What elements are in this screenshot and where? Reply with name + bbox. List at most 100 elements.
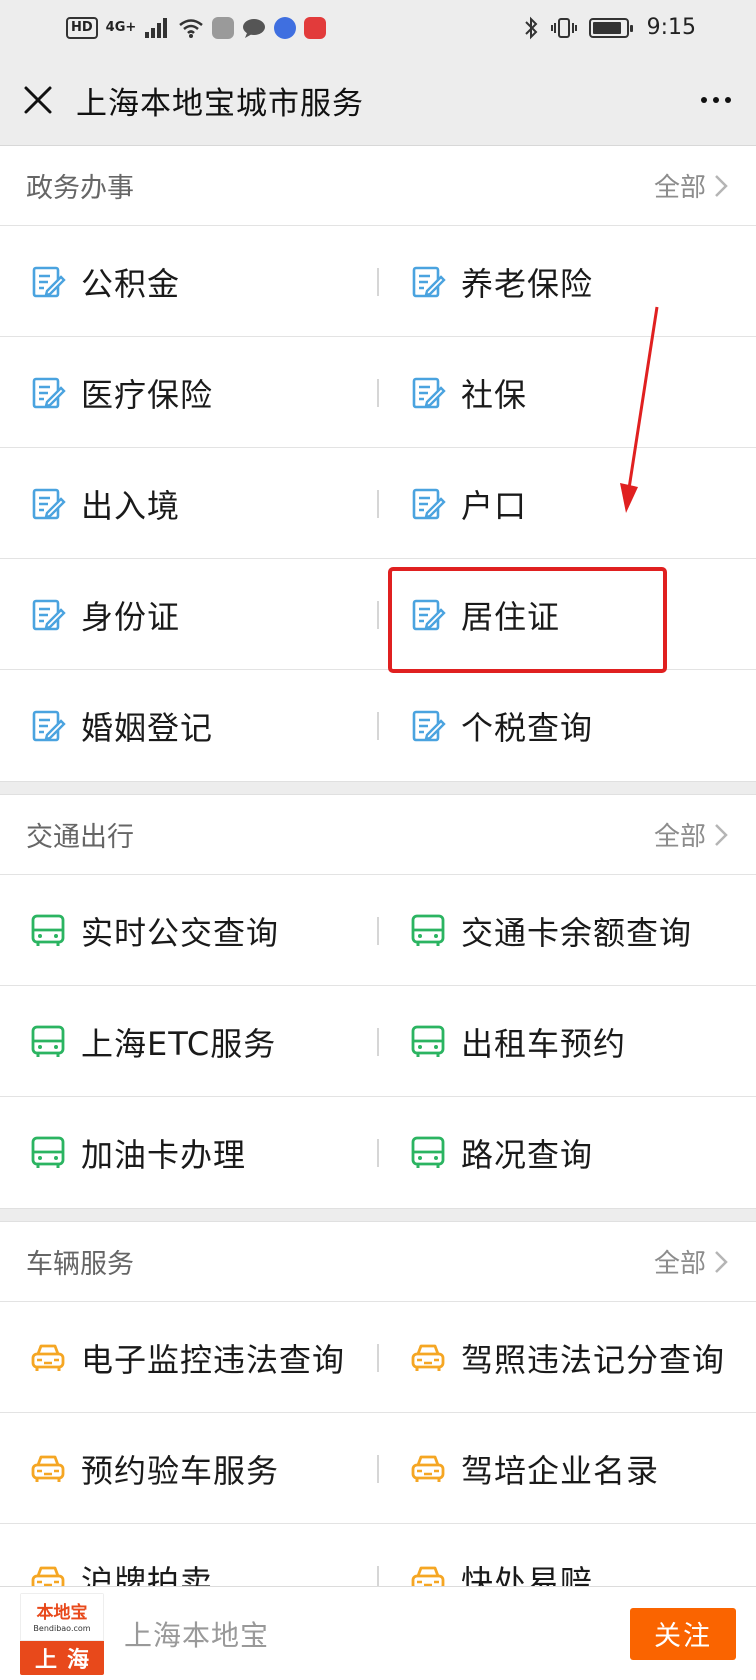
car-icon <box>411 1566 445 1586</box>
chevron-right-icon <box>715 174 728 197</box>
service-row: 医疗保险 社保 <box>0 337 756 448</box>
service-item[interactable]: 驾照违法记分查询 <box>378 1302 756 1413</box>
service-item[interactable]: 婚姻登记 <box>0 670 378 781</box>
section-separator <box>0 1208 756 1222</box>
logo-domain: Bendibao.com <box>33 1624 90 1633</box>
service-item[interactable]: 出租车预约 <box>378 986 756 1097</box>
car-icon <box>411 1455 445 1482</box>
service-item[interactable]: 医疗保险 <box>0 337 378 448</box>
service-label: 电子监控违法查询 <box>81 1340 346 1379</box>
section-header: 政务办事 全部 <box>0 146 756 226</box>
chevron-right-icon <box>715 1250 728 1273</box>
service-label: 驾照违法记分查询 <box>461 1340 726 1379</box>
service-label: 交通卡余额查询 <box>461 913 693 952</box>
service-label: 预约验车服务 <box>81 1451 280 1490</box>
service-row: 身份证 居住证 <box>0 559 756 670</box>
section-transport: 交通出行 全部 实时公交查询 交通卡余额查询 上海ETC服务 出租车预约 加油卡… <box>0 795 756 1208</box>
section-title: 车辆服务 <box>26 1249 134 1280</box>
service-row: 实时公交查询 交通卡余额查询 <box>0 875 756 986</box>
logo-text: 本地宝 <box>37 1602 88 1623</box>
hd-badge: HD <box>66 16 98 39</box>
clock: 9:15 <box>646 15 696 40</box>
service-item[interactable]: 公积金 <box>0 226 378 337</box>
service-row: 沪牌拍卖 快处易赔 <box>0 1524 756 1586</box>
view-all-link[interactable]: 全部 <box>654 167 728 204</box>
document-edit-icon <box>412 488 446 519</box>
service-item[interactable]: 养老保险 <box>378 226 756 337</box>
document-edit-icon <box>32 266 66 297</box>
service-item[interactable]: 沪牌拍卖 <box>0 1524 378 1586</box>
service-item[interactable]: 交通卡余额查询 <box>378 875 756 986</box>
account-logo[interactable]: 本地宝 Bendibao.com 上海 <box>20 1592 104 1675</box>
service-row: 预约验车服务 驾培企业名录 <box>0 1413 756 1524</box>
document-edit-icon <box>412 377 446 408</box>
service-item[interactable]: 户口 <box>378 448 756 559</box>
service-row: 上海ETC服务 出租车预约 <box>0 986 756 1097</box>
network-label: 4G+ <box>105 20 137 35</box>
close-button[interactable] <box>0 55 76 146</box>
service-item[interactable]: 驾培企业名录 <box>378 1413 756 1524</box>
section-title: 交通出行 <box>26 822 134 853</box>
service-label: 养老保险 <box>461 264 594 303</box>
view-all-label: 全部 <box>653 822 706 852</box>
follow-button[interactable]: 关注 <box>630 1607 736 1660</box>
service-row: 出入境 户口 <box>0 448 756 559</box>
service-label: 实时公交查询 <box>81 913 280 952</box>
service-item[interactable]: 上海ETC服务 <box>0 986 378 1097</box>
more-menu-button[interactable] <box>676 55 756 146</box>
service-label: 社保 <box>461 375 528 414</box>
bus-icon <box>31 914 65 946</box>
more-dot <box>713 97 719 103</box>
section-government: 政务办事 全部 公积金 养老保险 医疗保险 社保 出入境 户口 身份证 居住证 … <box>0 146 756 781</box>
bus-icon <box>411 1025 445 1057</box>
service-label: 公积金 <box>81 264 181 303</box>
view-all-link[interactable]: 全部 <box>654 816 728 853</box>
more-dot <box>725 97 731 103</box>
chevron-right-icon <box>715 823 728 846</box>
service-item[interactable]: 实时公交查询 <box>0 875 378 986</box>
bendibao-logo-icon: 本地宝 Bendibao.com <box>33 1602 90 1633</box>
bluetooth-icon <box>524 16 538 39</box>
service-label: 身份证 <box>81 597 181 636</box>
music-app-icon <box>274 16 297 39</box>
service-label: 快处易赔 <box>461 1562 594 1587</box>
service-item[interactable]: 路况查询 <box>378 1097 756 1208</box>
document-edit-icon <box>412 266 446 297</box>
wifi-icon <box>179 18 204 38</box>
vibrate-icon <box>550 17 577 38</box>
document-edit-icon <box>412 710 446 741</box>
service-label: 医疗保险 <box>81 375 214 414</box>
service-item[interactable]: 社保 <box>378 337 756 448</box>
view-all-link[interactable]: 全部 <box>654 1243 728 1280</box>
section-vehicle: 车辆服务 全部 电子监控违法查询 驾照违法记分查询 预约验车服务 驾培企业名录 … <box>0 1222 756 1586</box>
bus-icon <box>411 1136 445 1168</box>
service-item[interactable]: 预约验车服务 <box>0 1413 378 1524</box>
signal-icon <box>145 17 168 38</box>
document-edit-icon <box>32 599 66 630</box>
service-row: 公积金 养老保险 <box>0 226 756 337</box>
section-header: 车辆服务 全部 <box>0 1222 756 1302</box>
chat-bubble-icon <box>243 18 266 38</box>
page-title: 上海本地宝城市服务 <box>76 85 364 122</box>
service-item[interactable]: 出入境 <box>0 448 378 559</box>
status-left: HD 4G+ <box>66 16 327 39</box>
app-notification-icon <box>212 16 235 39</box>
service-item[interactable]: 身份证 <box>0 559 378 670</box>
service-item[interactable]: 电子监控违法查询 <box>0 1302 378 1413</box>
service-label: 居住证 <box>461 597 561 636</box>
service-label: 婚姻登记 <box>81 708 214 747</box>
service-row: 婚姻登记 个税查询 <box>0 670 756 781</box>
service-item-highlighted[interactable]: 居住证 <box>378 559 756 670</box>
service-item[interactable]: 加油卡办理 <box>0 1097 378 1208</box>
service-item[interactable]: 快处易赔 <box>378 1524 756 1586</box>
service-item[interactable]: 个税查询 <box>378 670 756 781</box>
logo-city: 上海 <box>20 1640 104 1675</box>
document-edit-icon <box>412 599 446 630</box>
status-right: 9:15 <box>523 15 696 40</box>
account-bar: 本地宝 Bendibao.com 上海 上海本地宝 关注 <box>0 1586 756 1680</box>
bus-icon <box>31 1136 65 1168</box>
service-label: 出入境 <box>81 486 181 525</box>
document-edit-icon <box>32 377 66 408</box>
service-label: 出租车预约 <box>461 1024 627 1063</box>
account-name[interactable]: 上海本地宝 <box>124 1614 269 1654</box>
